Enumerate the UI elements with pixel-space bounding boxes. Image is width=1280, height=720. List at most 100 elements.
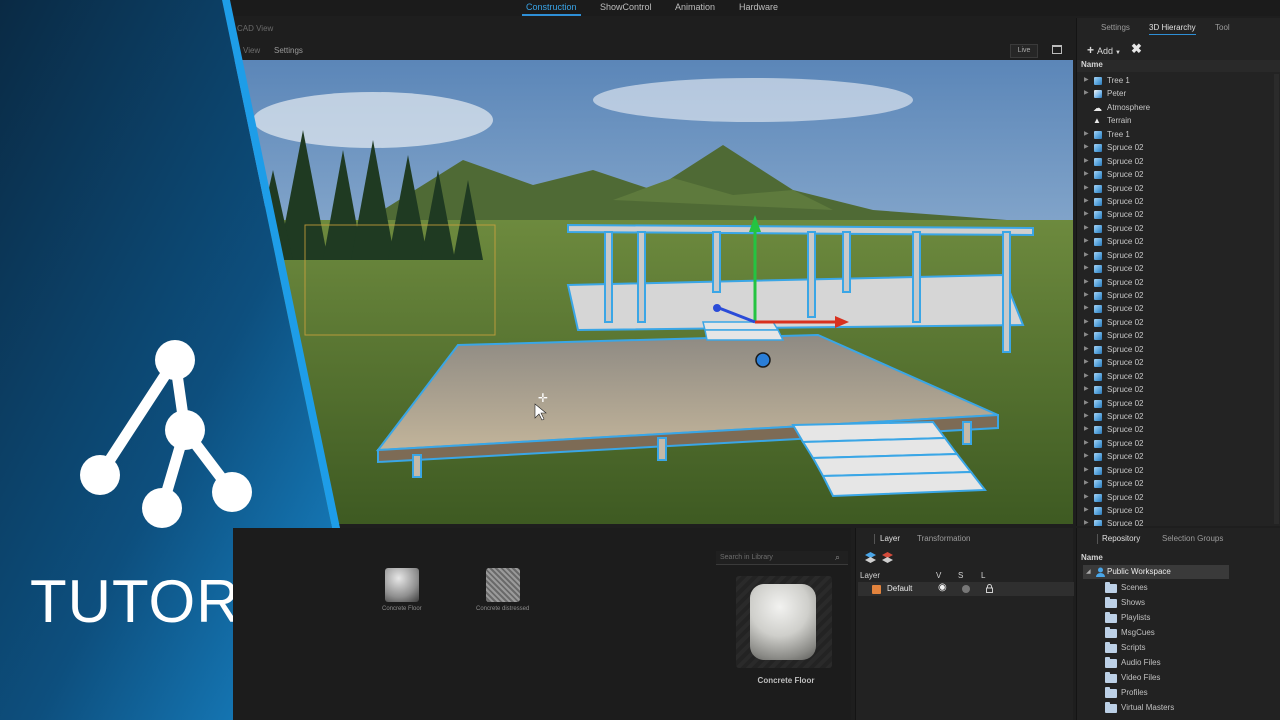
expand-arrow-icon[interactable]: ▶ (1084, 370, 1089, 383)
hierarchy-item[interactable]: ▶ Spruce 02 (1077, 517, 1280, 526)
hierarchy-item[interactable]: ▶ Spruce 02 (1077, 208, 1280, 221)
tab-selection-groups[interactable]: Selection Groups (1162, 534, 1223, 543)
remove-layer-icon[interactable] (882, 552, 893, 563)
expand-arrow-icon[interactable]: ▶ (1084, 343, 1089, 356)
workspace-item[interactable]: ◢ Public Workspace (1083, 565, 1229, 579)
live-button[interactable]: Live (1010, 44, 1038, 58)
repository-folder[interactable]: Scripts (1105, 641, 1145, 655)
hierarchy-item[interactable]: ▶ Spruce 02 (1077, 410, 1280, 423)
tab-tool[interactable]: Tool (1215, 23, 1230, 32)
expand-arrow-icon[interactable]: ▶ (1084, 128, 1089, 141)
add-layer-icon[interactable] (865, 552, 876, 563)
expand-arrow-icon[interactable]: ▶ (1084, 168, 1089, 181)
add-button[interactable]: + Add ▼ (1087, 43, 1121, 57)
expand-arrow-icon[interactable]: ▶ (1084, 249, 1089, 262)
expand-arrow-icon[interactable]: ▶ (1084, 235, 1089, 248)
hierarchy-item[interactable]: ▶ Spruce 02 (1077, 504, 1280, 517)
hierarchy-item[interactable]: ▶ Spruce 02 (1077, 356, 1280, 369)
repository-folder[interactable]: Profiles (1105, 686, 1148, 700)
hierarchy-item[interactable]: ▶ Spruce 02 (1077, 182, 1280, 195)
expand-arrow-icon[interactable]: ▶ (1084, 276, 1089, 289)
expand-arrow-icon[interactable]: ▶ (1084, 155, 1089, 168)
layer-color-swatch[interactable] (872, 585, 881, 594)
expand-arrow-icon[interactable]: ▶ (1084, 262, 1089, 275)
hierarchy-item[interactable]: ▶ Spruce 02 (1077, 262, 1280, 275)
repository-folder[interactable]: Shows (1105, 596, 1145, 610)
expand-arrow-icon[interactable]: ▶ (1084, 87, 1089, 100)
library-tile[interactable]: Concrete Floor (382, 568, 422, 612)
hierarchy-item[interactable]: ▶ Spruce 02 (1077, 289, 1280, 302)
tab-transformation[interactable]: Transformation (917, 534, 971, 543)
hierarchy-item[interactable]: ☁ Atmosphere (1077, 101, 1280, 114)
hierarchy-scrollbar[interactable] (1274, 74, 1279, 524)
expand-arrow-icon[interactable]: ▶ (1084, 356, 1089, 369)
expand-arrow-icon[interactable]: ▶ (1084, 517, 1089, 526)
hierarchy-item[interactable]: ▶ Peter (1077, 87, 1280, 100)
hierarchy-item[interactable]: ▶ Spruce 02 (1077, 141, 1280, 154)
expand-arrow-icon[interactable]: ▶ (1084, 410, 1089, 423)
hierarchy-item[interactable]: ▶ Spruce 02 (1077, 329, 1280, 342)
tab-showcontrol[interactable]: ShowControl (596, 2, 656, 12)
expand-arrow-icon[interactable]: ▶ (1084, 464, 1089, 477)
tab-construction[interactable]: Construction (522, 2, 581, 16)
expand-arrow-icon[interactable]: ▶ (1084, 491, 1089, 504)
hierarchy-item[interactable]: ▶ Spruce 02 (1077, 222, 1280, 235)
layer-row[interactable]: Default ◉ (858, 582, 1074, 596)
hierarchy-item[interactable]: ▶ Spruce 02 (1077, 477, 1280, 490)
tab-3d-hierarchy[interactable]: 3D Hierarchy (1149, 23, 1196, 35)
solo-icon[interactable] (962, 585, 970, 593)
hierarchy-item[interactable]: ▶ Spruce 02 (1077, 397, 1280, 410)
hierarchy-item[interactable]: ▶ Spruce 02 (1077, 343, 1280, 356)
expand-arrow-icon[interactable]: ▶ (1084, 302, 1089, 315)
delete-icon[interactable]: ✖ (1131, 41, 1142, 57)
hierarchy-item[interactable]: ▶ Spruce 02 (1077, 155, 1280, 168)
hierarchy-item[interactable]: ▶ Spruce 02 (1077, 383, 1280, 396)
library-tile[interactable]: Concrete distressed (476, 568, 529, 612)
repository-folder[interactable]: Audio Files (1105, 656, 1161, 670)
tab-hardware[interactable]: Hardware (735, 2, 782, 12)
expand-arrow-icon[interactable]: ▶ (1084, 329, 1089, 342)
hierarchy-item[interactable]: ▶ Spruce 02 (1077, 302, 1280, 315)
hierarchy-item[interactable]: ▶ Spruce 02 (1077, 235, 1280, 248)
expand-arrow-icon[interactable]: ▶ (1084, 182, 1089, 195)
tab-animation[interactable]: Animation (671, 2, 719, 12)
expand-arrow-icon[interactable]: ▶ (1084, 383, 1089, 396)
search-icon[interactable]: ⌕ (835, 552, 840, 563)
hierarchy-item[interactable]: ▶ Spruce 02 (1077, 423, 1280, 436)
expand-arrow-icon[interactable]: ▶ (1084, 74, 1089, 87)
expand-arrow-icon[interactable]: ▶ (1084, 477, 1089, 490)
eye-icon[interactable]: ◉ (938, 582, 947, 593)
hierarchy-item[interactable]: ▶ Tree 1 (1077, 128, 1280, 141)
repository-folder[interactable]: MsgCues (1105, 626, 1155, 640)
expand-arrow-icon[interactable]: ▶ (1084, 316, 1089, 329)
expand-arrow-icon[interactable]: ◢ (1086, 565, 1091, 579)
hierarchy-item[interactable]: ▲ Terrain (1077, 114, 1280, 127)
expand-arrow-icon[interactable]: ▶ (1084, 289, 1089, 302)
expand-arrow-icon[interactable]: ▶ (1084, 397, 1089, 410)
tab-repository[interactable]: Repository (1102, 534, 1140, 543)
lock-icon[interactable] (986, 584, 993, 593)
repository-folder[interactable]: Scenes (1105, 581, 1148, 595)
hierarchy-item[interactable]: ▶ Spruce 02 (1077, 464, 1280, 477)
library-search-input[interactable]: Search in Library (716, 551, 848, 565)
hierarchy-item[interactable]: ▶ Spruce 02 (1077, 249, 1280, 262)
expand-arrow-icon[interactable]: ▶ (1084, 450, 1089, 463)
maximize-icon[interactable] (1052, 45, 1062, 54)
hierarchy-item[interactable]: ▶ Tree 1 (1077, 74, 1280, 87)
expand-arrow-icon[interactable]: ▶ (1084, 423, 1089, 436)
repository-folder[interactable]: Virtual Masters (1105, 701, 1174, 715)
expand-arrow-icon[interactable]: ▶ (1084, 437, 1089, 450)
tab-settings[interactable]: Settings (1101, 23, 1130, 32)
expand-arrow-icon[interactable]: ▶ (1084, 208, 1089, 221)
hierarchy-item[interactable]: ▶ Spruce 02 (1077, 450, 1280, 463)
expand-arrow-icon[interactable]: ▶ (1084, 504, 1089, 517)
expand-arrow-icon[interactable]: ▶ (1084, 195, 1089, 208)
tab-layer[interactable]: Layer (880, 534, 900, 543)
hierarchy-item[interactable]: ▶ Spruce 02 (1077, 316, 1280, 329)
expand-arrow-icon[interactable]: ▶ (1084, 141, 1089, 154)
hierarchy-item[interactable]: ▶ Spruce 02 (1077, 168, 1280, 181)
repository-folder[interactable]: Video Files (1105, 671, 1160, 685)
expand-arrow-icon[interactable]: ▶ (1084, 222, 1089, 235)
repository-folder[interactable]: Playlists (1105, 611, 1150, 625)
hierarchy-item[interactable]: ▶ Spruce 02 (1077, 195, 1280, 208)
